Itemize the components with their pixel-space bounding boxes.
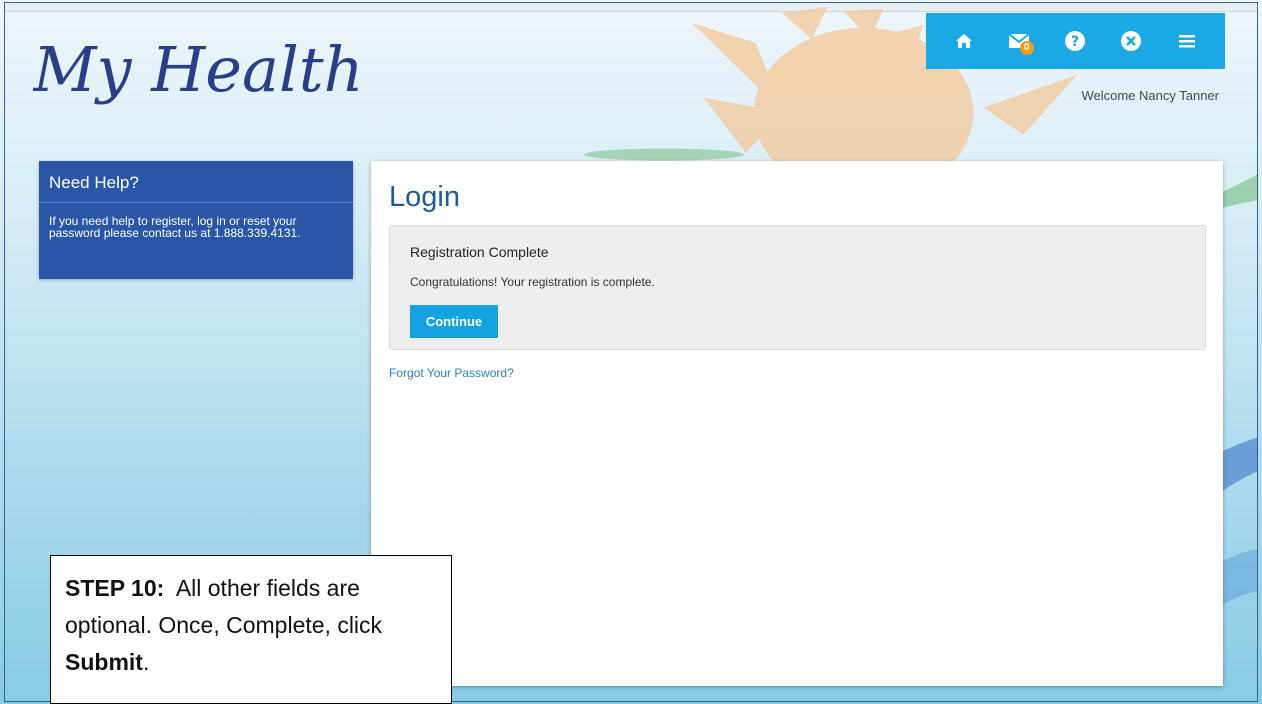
- step-instruction-callout: STEP 10: All other fields are optional. …: [50, 555, 452, 704]
- main-content-card: Login Registration Complete Congratulati…: [371, 161, 1223, 686]
- step-text-end: .: [142, 649, 150, 675]
- forgot-password-link[interactable]: Forgot Your Password?: [389, 366, 514, 380]
- need-help-box: Need Help? If you need help to register,…: [39, 161, 353, 279]
- submit-word: Submit: [65, 649, 143, 675]
- need-help-title: Need Help?: [39, 161, 353, 203]
- mail-badge: 0: [1019, 41, 1034, 55]
- continue-button[interactable]: Continue: [410, 305, 498, 338]
- page-title: Login: [389, 181, 460, 213]
- home-icon[interactable]: [946, 23, 982, 59]
- my-health-logo: My Health: [33, 33, 364, 106]
- registration-complete-panel: Registration Complete Congratulations! Y…: [389, 225, 1206, 350]
- top-strip: [5, 3, 1257, 12]
- svg-text:My Health: My Health: [33, 33, 364, 106]
- top-navigation-bar: 0 ?: [926, 13, 1225, 69]
- step-label: STEP 10:: [65, 575, 165, 601]
- close-icon[interactable]: [1113, 23, 1149, 59]
- welcome-message: Welcome Nancy Tanner: [1081, 88, 1219, 103]
- mail-icon[interactable]: 0: [1002, 23, 1038, 59]
- panel-message: Congratulations! Your registration is co…: [410, 275, 655, 289]
- help-icon[interactable]: ?: [1057, 23, 1093, 59]
- svg-text:?: ?: [1071, 34, 1079, 50]
- panel-title: Registration Complete: [410, 244, 549, 260]
- menu-icon[interactable]: [1169, 23, 1205, 59]
- need-help-body: If you need help to register, log in or …: [49, 214, 301, 240]
